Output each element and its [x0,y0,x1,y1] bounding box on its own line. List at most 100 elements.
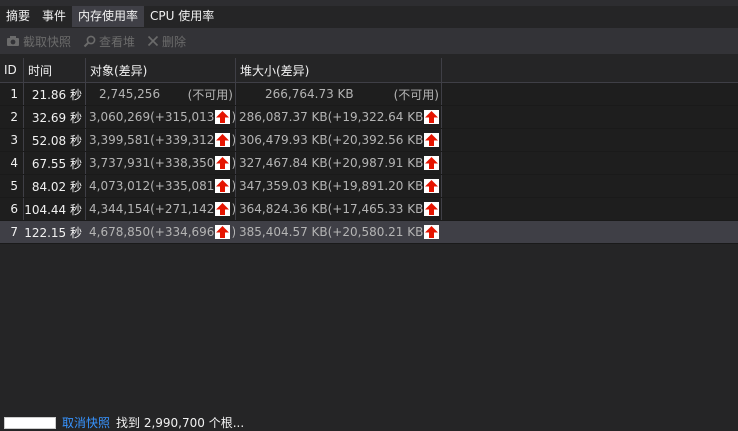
row-objects: 3,737,931 (+338,350 ) [86,152,236,174]
row-id: 3 [0,129,24,151]
row-time: 84.02 秒 [24,175,86,197]
objects-count: 4,073,012 [89,179,151,193]
increase-arrow-icon [424,225,440,239]
objects-diff[interactable]: (+338,350 [150,156,214,170]
header-heap-size[interactable]: 堆大小(差异) [236,58,442,82]
increase-arrow-icon [215,179,231,193]
header-id[interactable]: ID [0,58,24,82]
row-filler [442,221,738,243]
increase-arrow-icon [424,202,440,216]
delete-button[interactable]: 删除 [147,33,186,50]
objects-count: 3,060,269 [89,110,151,124]
row-filler [442,152,738,174]
tab-summary[interactable]: 摘要 [0,6,36,27]
heap-diff[interactable]: (+20,392.56 KB [328,133,424,147]
increase-arrow-icon [215,110,231,124]
objects-count: 4,344,154 [89,202,151,216]
row-filler [442,175,738,197]
toolbar: 截取快照 查看堆 删除 [0,28,738,54]
row-id: 5 [0,175,24,197]
objects-count: 2,745,256 [99,87,161,101]
objects-diff[interactable]: (+271,142 [150,202,214,216]
objects-count: 4,678,850 [89,225,151,239]
objects-diff[interactable]: (+335,081 [150,179,214,193]
heap-diff-group: (+19,891.20 KB ) [328,179,441,193]
increase-arrow-icon [215,156,231,170]
row-time: 21.86 秒 [24,83,86,105]
heap-diff[interactable]: (+20,580.21 KB [328,225,424,239]
objects-diff[interactable]: (+315,013 [150,110,214,124]
table-row[interactable]: 5 84.02 秒 4,073,012 (+335,081 ) 347,359.… [0,175,738,198]
objects-diff-group: (+335,081 ) [150,179,235,193]
row-objects: 3,060,269 (+315,013 ) [86,106,236,128]
close-icon [147,35,159,47]
heap-diff[interactable]: (+19,322.64 KB [328,110,424,124]
snapshot-table: ID 时间 对象(差异) 堆大小(差异) 1 21.86 秒 2,745,256… [0,58,738,244]
tab-strip: 摘要 事件 内存使用率 CPU 使用率 [0,6,738,28]
heap-size-value: 306,479.93 KB [239,133,328,147]
heap-diff-group: (+19,322.64 KB ) [328,110,441,124]
header-filler [442,58,738,82]
view-heap-button[interactable]: 查看堆 [83,33,135,50]
table-row[interactable]: 6 104.44 秒 4,344,154 (+271,142 ) 364,824… [0,198,738,221]
row-id: 1 [0,83,24,105]
objects-diff-group: (+339,312 ) [150,133,235,147]
row-heap-size: 266,764.73 KB (不可用) [236,83,442,105]
increase-arrow-icon [215,225,231,239]
row-heap-size: 286,087.37 KB (+19,322.64 KB ) [236,106,442,128]
heap-size-value: 347,359.03 KB [239,179,328,193]
row-objects: 4,073,012 (+335,081 ) [86,175,236,197]
objects-diff[interactable]: (+339,312 [150,133,214,147]
objects-diff[interactable]: (+334,696 [150,225,214,239]
increase-arrow-icon [424,133,440,147]
cancel-snapshot-link[interactable]: 取消快照 [62,414,110,431]
heap-size-value: 385,404.57 KB [239,225,328,239]
status-text: 找到 2,990,700 个根... [116,416,245,430]
snapshot-progress-bar [4,416,56,429]
row-heap-size: 364,824.36 KB (+17,465.33 KB ) [236,198,442,220]
tab-events[interactable]: 事件 [36,6,72,27]
tab-cpu-usage[interactable]: CPU 使用率 [144,6,220,27]
tab-memory-usage[interactable]: 内存使用率 [72,6,145,27]
status-bar: 取消快照 找到 2,990,700 个根... [0,414,738,431]
objects-diff-group: (+315,013 ) [150,110,235,124]
table-row[interactable]: 1 21.86 秒 2,745,256 (不可用) 266,764.73 KB … [0,83,738,106]
row-time: 122.15 秒 [24,221,86,243]
row-objects: 3,399,581 (+339,312 ) [86,129,236,151]
heap-diff[interactable]: (+17,465.33 KB [328,202,424,216]
header-objects[interactable]: 对象(差异) [86,58,236,82]
increase-arrow-icon [215,133,231,147]
heap-size-value: 286,087.37 KB [239,110,328,124]
row-id: 2 [0,106,24,128]
row-filler [442,106,738,128]
heap-size-value: 266,764.73 KB [265,87,354,101]
row-filler [442,198,738,220]
view-heap-label: 查看堆 [99,34,136,49]
table-row[interactable]: 4 67.55 秒 3,737,931 (+338,350 ) 327,467.… [0,152,738,175]
take-snapshot-button[interactable]: 截取快照 [6,33,71,50]
row-time: 67.55 秒 [24,152,86,174]
row-heap-size: 327,467.84 KB (+20,987.91 KB ) [236,152,442,174]
row-heap-size: 385,404.57 KB (+20,580.21 KB ) [236,221,442,243]
row-time: 52.08 秒 [24,129,86,151]
heap-diff-group: (+17,465.33 KB ) [328,202,441,216]
row-id: 6 [0,198,24,220]
heap-diff-group: (+20,392.56 KB ) [328,133,441,147]
row-id: 7 [0,221,24,243]
heap-diff: (不可用) [393,87,439,102]
increase-arrow-icon [424,179,440,193]
delete-label: 删除 [162,34,187,49]
heap-diff-group: (+20,580.21 KB ) [328,225,441,239]
objects-diff-group: (+338,350 ) [150,156,235,170]
heap-diff[interactable]: (+20,987.91 KB [328,156,424,170]
heap-diff[interactable]: (+19,891.20 KB [328,179,424,193]
row-time: 32.69 秒 [24,106,86,128]
table-row-selected[interactable]: 7 122.15 秒 4,678,850 (+334,696 ) 385,404… [0,221,738,244]
camera-icon [7,36,19,46]
table-row[interactable]: 2 32.69 秒 3,060,269 (+315,013 ) 286,087.… [0,106,738,129]
row-objects: 4,678,850 (+334,696 ) [86,221,236,243]
heap-diff-group: (+20,987.91 KB ) [328,156,441,170]
table-row[interactable]: 3 52.08 秒 3,399,581 (+339,312 ) 306,479.… [0,129,738,152]
objects-diff-group: (+334,696 ) [150,225,235,239]
header-time[interactable]: 时间 [24,58,86,82]
